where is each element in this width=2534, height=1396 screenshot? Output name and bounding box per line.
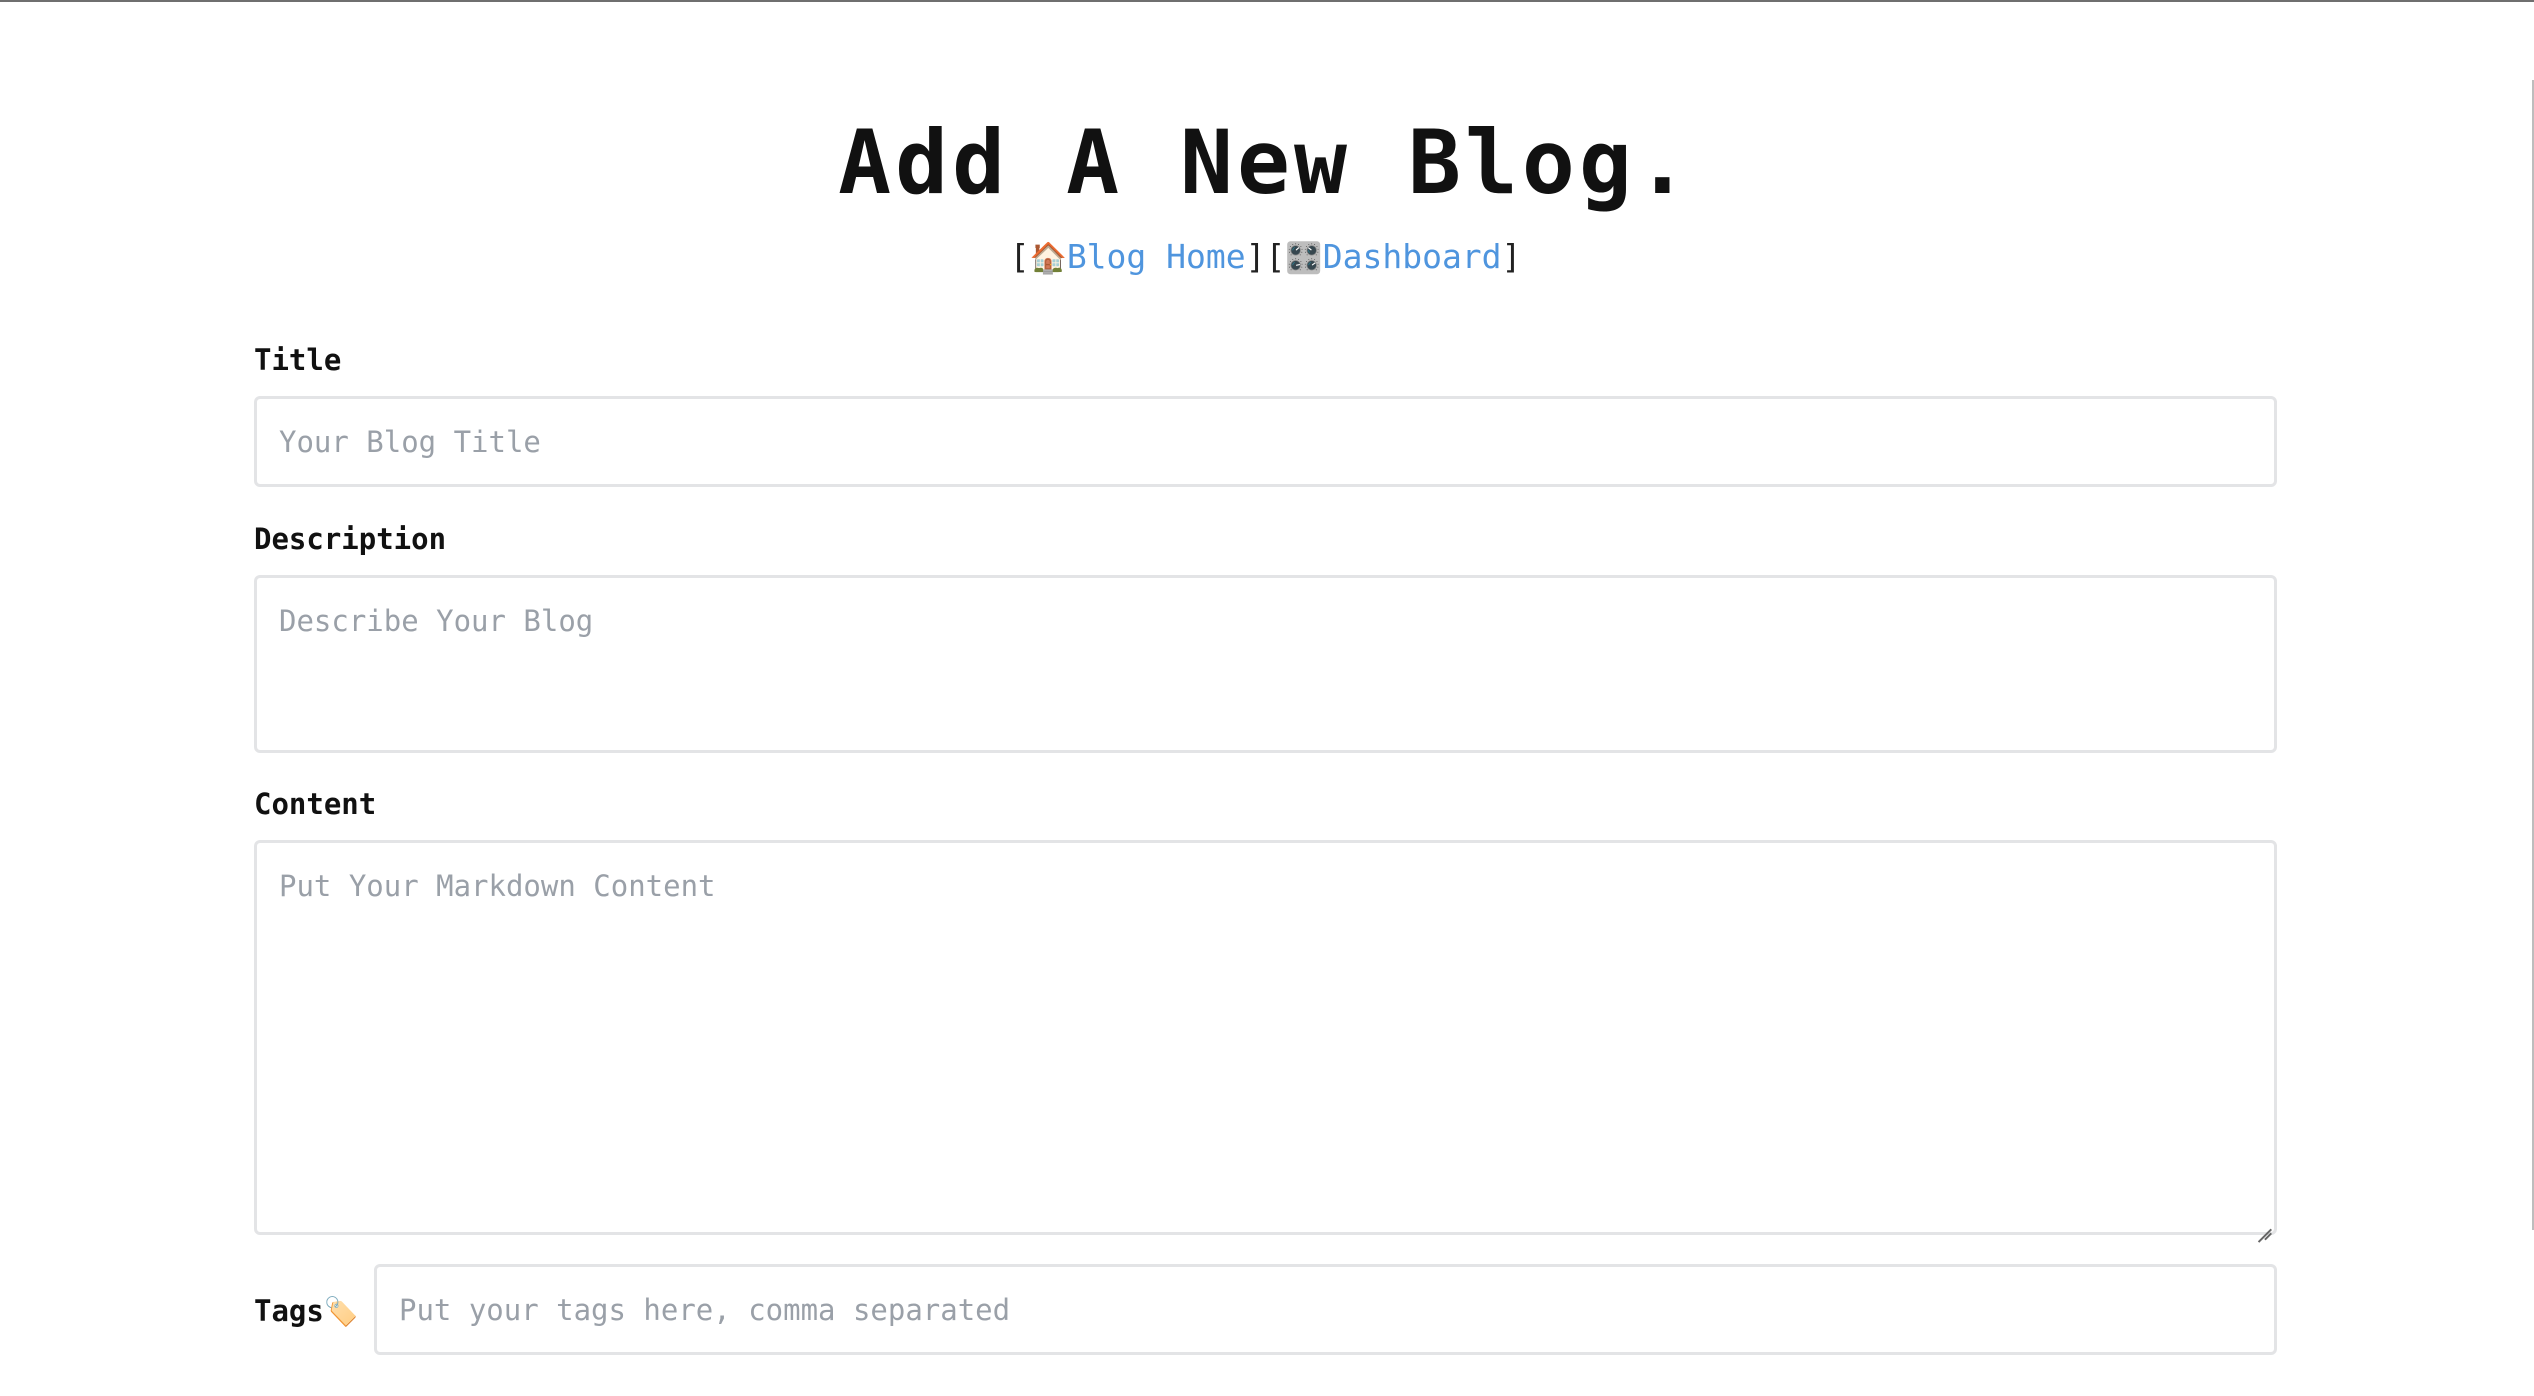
title-label: Title: [254, 343, 342, 377]
tags-input[interactable]: [374, 1264, 2277, 1355]
tags-label: Tags🏷️: [254, 1291, 359, 1332]
blog-home-label: Blog Home: [1066, 237, 1246, 276]
title-input[interactable]: [254, 396, 2277, 487]
tag-icon: 🏷️: [323, 1295, 359, 1328]
window-top-border: [0, 0, 2534, 2]
control-knobs-icon: 🎛️: [1285, 241, 1323, 276]
description-label: Description: [254, 522, 447, 556]
dashboard-link[interactable]: 🎛️Dashboard: [1285, 237, 1501, 276]
nav-bracket-open: [: [1009, 237, 1030, 276]
tags-label-text: Tags: [254, 1294, 324, 1328]
nav-bracket-close: ]: [1245, 237, 1266, 276]
page-title: Add A New Blog.: [838, 111, 1693, 214]
nav-bracket-close: ]: [1501, 237, 1522, 276]
nav-bracket-open: [: [1265, 237, 1286, 276]
resize-handle-icon[interactable]: [2258, 1216, 2272, 1230]
home-icon: 🏠: [1029, 241, 1067, 276]
nav-links: [🏠Blog Home][🎛️Dashboard]: [254, 235, 2277, 281]
blog-home-link[interactable]: 🏠Blog Home: [1029, 237, 1245, 276]
dashboard-label: Dashboard: [1322, 237, 1502, 276]
content-textarea[interactable]: [254, 840, 2277, 1235]
description-textarea[interactable]: [254, 575, 2277, 753]
content-label: Content: [254, 787, 377, 821]
